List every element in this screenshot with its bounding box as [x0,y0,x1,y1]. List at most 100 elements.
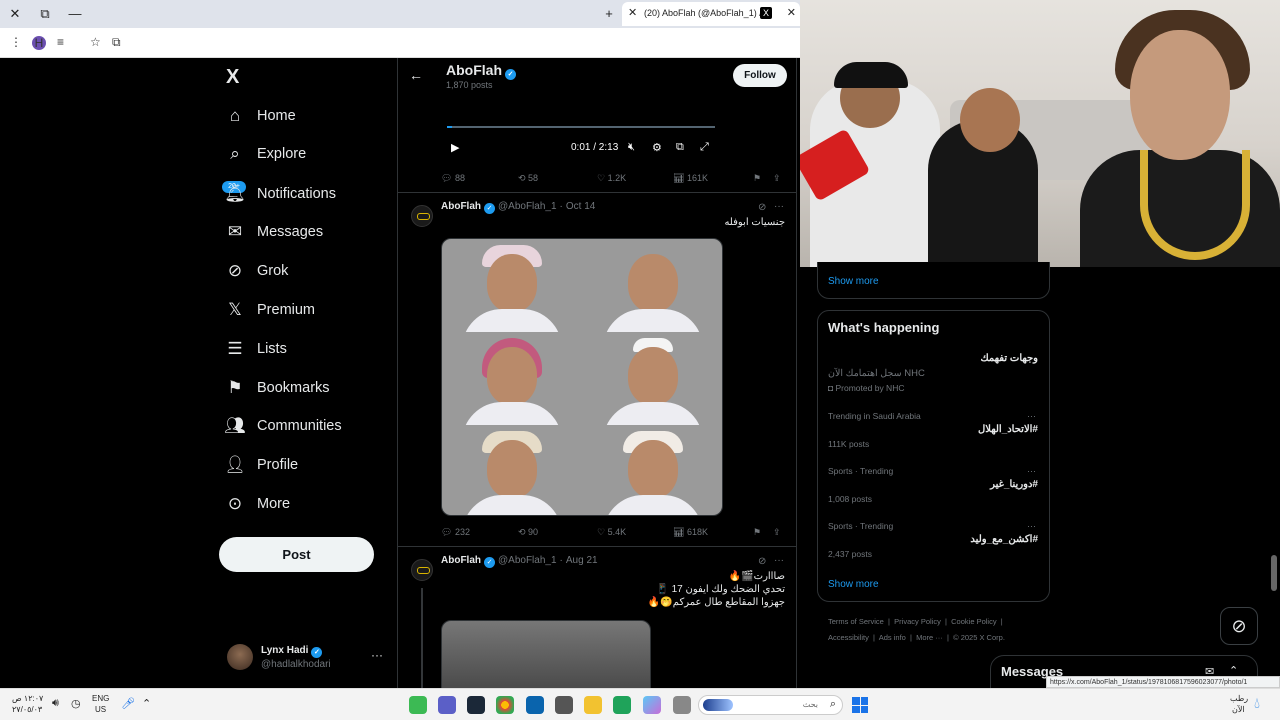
tab-close-icon[interactable]: ✕ [628,6,637,19]
install-app-icon[interactable]: ⧉ [112,35,121,50]
play-icon[interactable]: ▶ [451,141,459,154]
footer-ads-link[interactable]: Ads info [879,633,906,642]
app-icon-green[interactable] [409,696,427,714]
more-dots-icon[interactable]: ··· [1027,466,1036,476]
close-icon[interactable]: ✕ [6,5,24,23]
like-button[interactable]: ♡ 1.2K [597,173,626,184]
tweet-date[interactable]: Aug 21 [566,555,598,566]
back-arrow-icon[interactable]: ← [409,67,423,83]
fullscreen-icon[interactable]: ⤢ [700,141,709,154]
weather-condition[interactable]: رطب [1230,694,1248,703]
avatar[interactable] [411,205,433,227]
footer-more-link[interactable]: More ··· [916,633,943,642]
share-icon[interactable]: ⇪ [773,527,781,538]
trend-tag[interactable]: #اكشن_مع_وليد [970,534,1038,545]
weather-time[interactable]: الآن [1232,705,1245,714]
volume-icon[interactable]: 🔊︎ [52,697,59,710]
nav-explore[interactable]: ⌕ Explore [222,139,306,169]
tab-close-icon[interactable]: ✕ [787,6,796,19]
nav-profile[interactable]: 👤︎ Profile [222,450,298,480]
language-indicator[interactable]: ENG [92,694,109,703]
chrome-icon[interactable] [496,696,514,714]
reply-button[interactable]: 💬︎ 232 [441,527,470,538]
restore-icon[interactable]: ⧉ [36,5,54,23]
nav-lists[interactable]: ☰ Lists [222,334,286,364]
more-dots-icon[interactable]: ··· [774,201,784,212]
scrollbar[interactable] [1271,555,1277,591]
avatar[interactable] [411,559,433,581]
chevron-up-icon[interactable]: ⌃ [142,697,151,710]
outlook-icon[interactable] [526,696,544,714]
steam-icon[interactable] [467,696,485,714]
nav-communities[interactable]: 👥︎ Communities [222,411,341,441]
bookmark-icon[interactable]: ⚑ [753,173,761,184]
post-button[interactable]: Post [219,537,374,572]
nav-home[interactable]: ⌂ Home [222,101,296,131]
video-progress-bar[interactable] [447,126,715,128]
store-icon[interactable] [555,696,573,714]
app-icon-gray[interactable] [673,696,691,714]
bookmark-icon[interactable]: ⚑ [753,527,761,538]
footer-accessibility-link[interactable]: Accessibility [828,633,869,642]
grok-floating-button[interactable]: ⊘ [1220,607,1258,645]
more-dots-icon[interactable]: ··· [774,555,784,566]
repost-button[interactable]: ⟲ 90 [518,527,538,538]
video-player[interactable]: ▶ 0:01 / 2:13 🔇︎ ⚙ ⧉ ⤢ [441,94,721,166]
share-icon[interactable]: ⇪ [773,173,781,184]
menu-dots-icon[interactable]: ⋮ [10,35,22,49]
reading-list-icon[interactable]: ≡ [57,35,64,49]
more-dots-icon[interactable]: ··· [1027,521,1036,531]
new-tab-icon[interactable]: + [600,5,618,23]
footer-privacy-link[interactable]: Privacy Policy [894,617,941,626]
repost-button[interactable]: ⟲ 58 [518,173,538,184]
language-region[interactable]: US [95,705,106,714]
like-button[interactable]: ♡ 5.4K [597,527,626,538]
clock-date[interactable]: ٢٧/٠٥/٠٣ [12,705,42,714]
tweet-video[interactable] [441,620,651,688]
account-switcher[interactable]: Lynx Hadi ✓ @hadlalkhodari ··· [227,644,387,674]
tweet-image[interactable] [441,238,723,516]
profile-avatar-icon[interactable]: H [32,36,46,50]
more-dots-icon[interactable]: ··· [371,648,383,662]
nav-grok[interactable]: ⊘ Grok [222,256,289,286]
edge-icon[interactable] [613,696,631,714]
network-icon[interactable]: ◷ [71,697,81,710]
minimize-icon[interactable]: — [66,5,84,23]
file-explorer-icon[interactable] [584,696,602,714]
promo-title[interactable]: وجهات تفهمك [980,353,1038,364]
tweet-author-name[interactable]: AboFlah [441,555,481,566]
more-dots-icon[interactable]: ··· [1027,411,1036,421]
reply-button[interactable]: 💬︎ 88 [441,173,465,184]
copilot-icon[interactable] [643,696,661,714]
views-button[interactable]: 📊︎ 161K [673,173,708,184]
nav-more[interactable]: ⊙ More [222,489,290,519]
footer-cookie-link[interactable]: Cookie Policy [951,617,996,626]
grok-icon[interactable]: ⊘ [758,556,766,567]
weather-rain-icon[interactable]: 💧︎ [1254,695,1260,712]
browser-tab[interactable]: ✕ (20) AboFlah (@AboFlah_1) / X X ✕ [622,2,800,26]
tweet-author-handle[interactable]: @AboFlah_1 [498,201,557,212]
pip-icon[interactable]: ⧉ [676,141,684,154]
x-logo-icon[interactable]: X [226,66,246,88]
trend-tag[interactable]: #دورينا_غير [990,479,1038,490]
nav-bookmarks[interactable]: ⚑ Bookmarks [222,373,329,403]
teams-icon[interactable] [438,696,456,714]
tweet-author-handle[interactable]: @AboFlah_1 [498,555,557,566]
clock-time[interactable]: ١٢:٠٧ ص [12,694,43,703]
trend-tag[interactable]: #الاتحاد_الهلال [978,424,1038,435]
nav-notifications[interactable]: 🔔︎ Notifications [222,179,336,209]
grok-icon[interactable]: ⊘ [758,202,766,213]
footer-terms-link[interactable]: Terms of Service [828,617,884,626]
windows-start-icon[interactable] [852,697,868,713]
views-button[interactable]: 📊︎ 618K [673,527,708,538]
nav-messages[interactable]: ✉ Messages [222,217,323,247]
microphone-icon[interactable]: 🎤︎ [121,697,135,710]
follow-button[interactable]: Follow [733,64,787,87]
settings-gear-icon[interactable]: ⚙ [652,141,662,154]
tweet-date[interactable]: Oct 14 [566,201,595,212]
mute-icon[interactable]: 🔇︎ [628,141,635,154]
taskbar-search[interactable]: بحث ⌕ [698,695,843,715]
show-more-link[interactable]: Show more [828,276,879,287]
show-more-link[interactable]: Show more [828,579,879,590]
tweet-author-name[interactable]: AboFlah [441,201,481,212]
